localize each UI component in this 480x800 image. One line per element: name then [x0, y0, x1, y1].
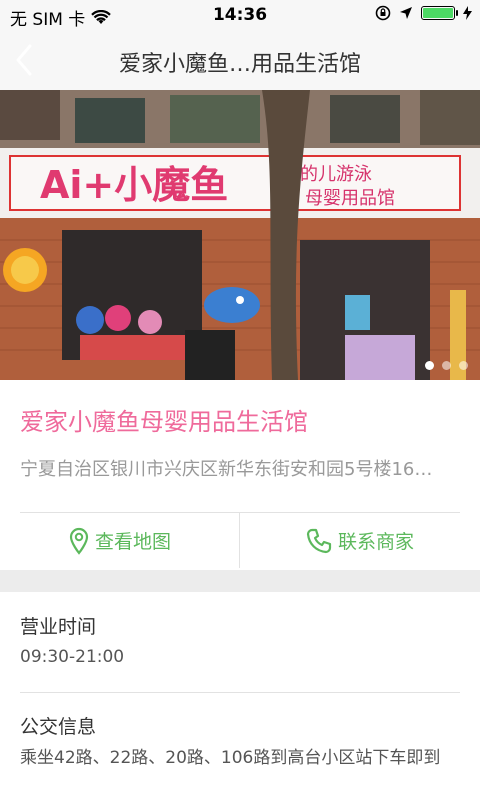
carousel-dot[interactable] [425, 361, 434, 370]
svg-text:母婴用品馆: 母婴用品馆 [305, 188, 395, 209]
action-bar: 查看地图 联系商家 [0, 513, 480, 568]
sign-text: Ai+小魔鱼 [40, 163, 228, 207]
status-bar: 无 SIM 卡 14:36 [0, 0, 480, 30]
phone-icon [306, 528, 332, 553]
transit-title: 公交信息 [20, 716, 97, 738]
view-map-button[interactable]: 查看地图 [0, 513, 240, 568]
section-gap [0, 570, 480, 592]
transit-value: 乘坐42路、22路、20路、106路到高台小区站下车即到 [20, 748, 441, 768]
hours-value: 09:30-21:00 [20, 647, 125, 667]
location-arrow-icon [400, 7, 412, 19]
carousel-dot[interactable] [459, 361, 468, 370]
svg-text:的儿游泳: 的儿游泳 [300, 164, 372, 185]
store-photo-carousel[interactable]: Ai+小魔鱼 的儿游泳 母婴用品馆 [0, 90, 480, 380]
charging-bolt-icon [463, 6, 472, 20]
rotation-lock-icon [375, 5, 391, 21]
action-divider [239, 513, 240, 568]
divider [20, 692, 460, 693]
view-map-label: 查看地图 [94, 531, 171, 553]
contact-merchant-button[interactable]: 联系商家 [240, 513, 480, 568]
store-address: 宁夏自治区银川市兴庆区新华东街安和园5号楼16… [20, 459, 433, 480]
storefront-photo: Ai+小魔鱼 的儿游泳 母婴用品馆 [0, 90, 480, 380]
carousel-indicator [425, 361, 468, 370]
carousel-dot[interactable] [442, 361, 451, 370]
map-pin-icon [69, 527, 89, 555]
store-name: 爱家小魔鱼母婴用品生活馆 [20, 408, 308, 436]
battery-icon [421, 6, 458, 20]
hours-title: 营业时间 [20, 616, 97, 638]
chevron-left-icon[interactable] [10, 42, 40, 78]
navigation-bar: 爱家小魔鱼…用品生活馆 [0, 30, 480, 90]
page-title: 爱家小魔鱼…用品生活馆 [118, 52, 361, 77]
contact-merchant-label: 联系商家 [337, 531, 414, 553]
